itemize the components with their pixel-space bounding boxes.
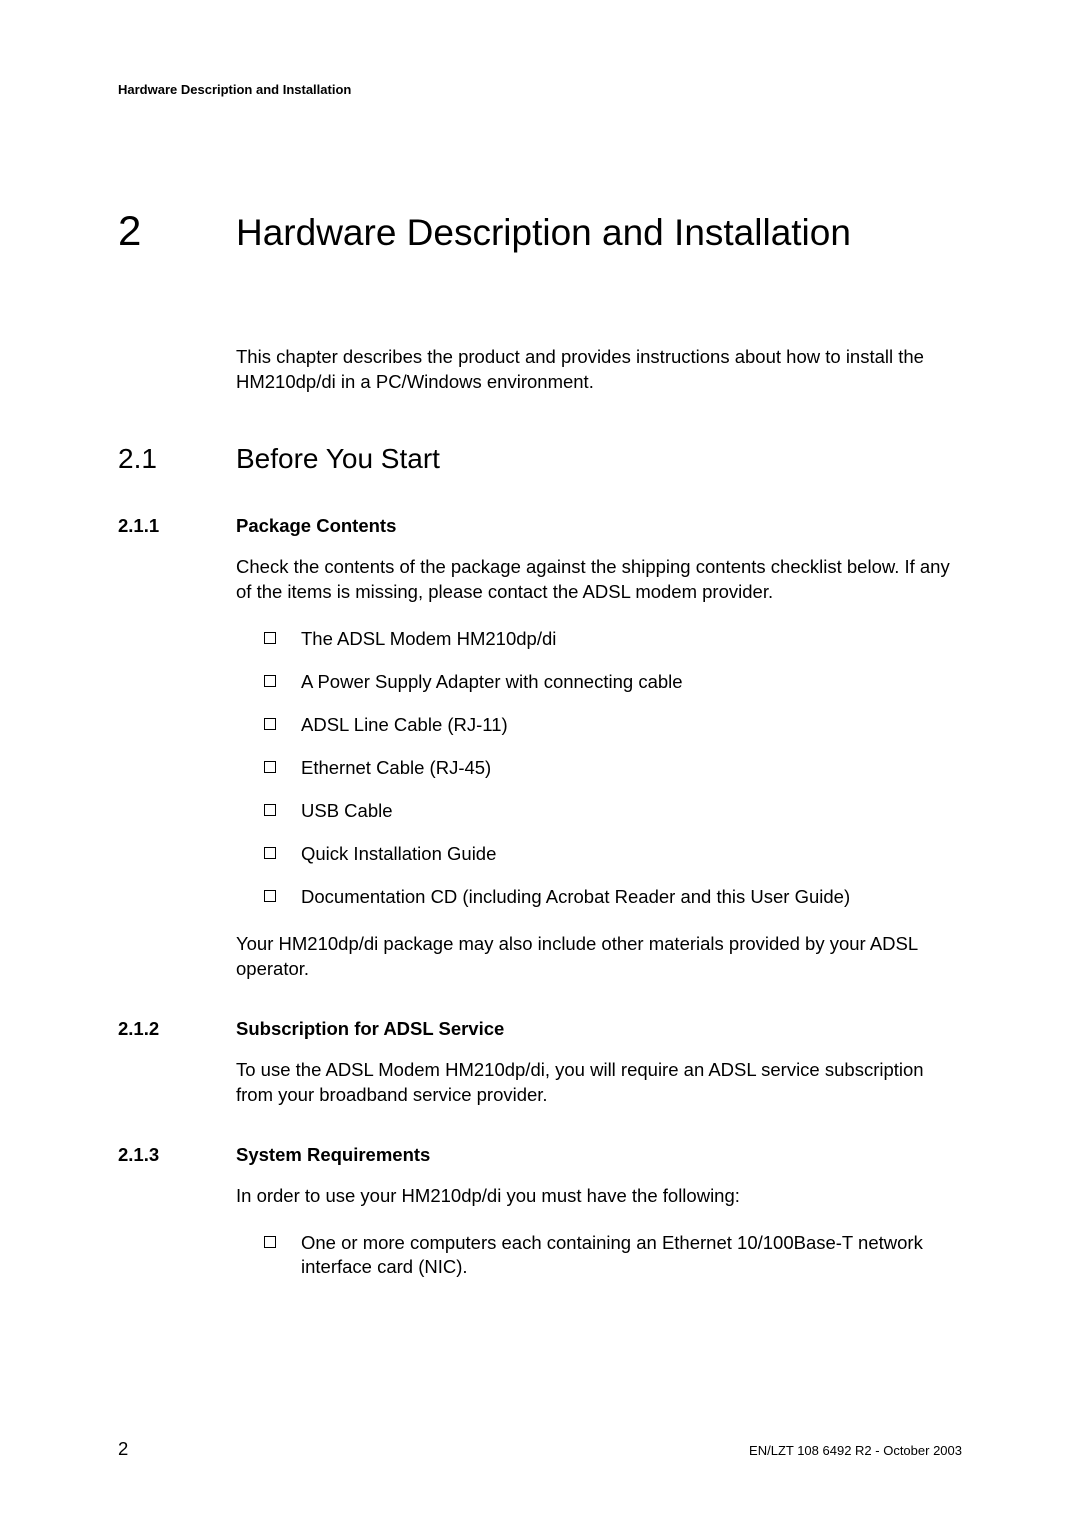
bullet-icon bbox=[264, 761, 276, 773]
subsection-number: 2.1.3 bbox=[118, 1144, 236, 1166]
list-item: Quick Installation Guide bbox=[236, 842, 962, 867]
section-heading: 2.1 Before You Start bbox=[118, 443, 962, 475]
page-number: 2 bbox=[118, 1438, 128, 1460]
subsection-title: Subscription for ADSL Service bbox=[236, 1018, 504, 1040]
bullet-list: The ADSL Modem HM210dp/di A Power Supply… bbox=[236, 627, 962, 910]
list-item-text: The ADSL Modem HM210dp/di bbox=[301, 627, 962, 652]
bullet-list: One or more computers each containing an… bbox=[236, 1231, 962, 1281]
subsection-block: 2.1.2 Subscription for ADSL Service To u… bbox=[118, 1018, 962, 1108]
subsection-block: 2.1.3 System Requirements In order to us… bbox=[118, 1144, 962, 1281]
bullet-icon bbox=[264, 1236, 276, 1248]
list-item: A Power Supply Adapter with connecting c… bbox=[236, 670, 962, 695]
list-item-text: ADSL Line Cable (RJ-11) bbox=[301, 713, 962, 738]
bullet-icon bbox=[264, 804, 276, 816]
subsection-outro-text: Your HM210dp/di package may also include… bbox=[236, 932, 962, 982]
list-item-text: One or more computers each containing an… bbox=[301, 1231, 962, 1281]
document-page: Hardware Description and Installation 2 … bbox=[0, 0, 1080, 1280]
chapter-heading: 2 Hardware Description and Installation bbox=[118, 207, 962, 255]
list-item: ADSL Line Cable (RJ-11) bbox=[236, 713, 962, 738]
subsection-number: 2.1.1 bbox=[118, 515, 236, 537]
subsection-intro-text: To use the ADSL Modem HM210dp/di, you wi… bbox=[236, 1058, 962, 1108]
subsection-heading: 2.1.3 System Requirements bbox=[118, 1144, 962, 1166]
bullet-icon bbox=[264, 675, 276, 687]
bullet-icon bbox=[264, 718, 276, 730]
subsection-title: System Requirements bbox=[236, 1144, 430, 1166]
list-item: Ethernet Cable (RJ-45) bbox=[236, 756, 962, 781]
page-header: Hardware Description and Installation bbox=[118, 82, 962, 97]
subsection-heading: 2.1.1 Package Contents bbox=[118, 515, 962, 537]
page-footer: 2 EN/LZT 108 6492 R2 - October 2003 bbox=[118, 1438, 962, 1460]
chapter-title: Hardware Description and Installation bbox=[236, 212, 851, 254]
list-item-text: USB Cable bbox=[301, 799, 962, 824]
subsection-block: 2.1.1 Package Contents Check the content… bbox=[118, 515, 962, 982]
list-item-text: A Power Supply Adapter with connecting c… bbox=[301, 670, 962, 695]
subsection-title: Package Contents bbox=[236, 515, 396, 537]
list-item-text: Quick Installation Guide bbox=[301, 842, 962, 867]
chapter-number: 2 bbox=[118, 207, 236, 255]
list-item: The ADSL Modem HM210dp/di bbox=[236, 627, 962, 652]
bullet-icon bbox=[264, 632, 276, 644]
list-item-text: Ethernet Cable (RJ-45) bbox=[301, 756, 962, 781]
subsection-intro-text: Check the contents of the package agains… bbox=[236, 555, 962, 605]
list-item: USB Cable bbox=[236, 799, 962, 824]
subsection-number: 2.1.2 bbox=[118, 1018, 236, 1040]
chapter-intro-text: This chapter describes the product and p… bbox=[236, 345, 962, 395]
list-item: Documentation CD (including Acrobat Read… bbox=[236, 885, 962, 910]
list-item-text: Documentation CD (including Acrobat Read… bbox=[301, 885, 962, 910]
list-item: One or more computers each containing an… bbox=[236, 1231, 962, 1281]
section-title: Before You Start bbox=[236, 443, 440, 475]
bullet-icon bbox=[264, 890, 276, 902]
document-info: EN/LZT 108 6492 R2 - October 2003 bbox=[749, 1443, 962, 1458]
subsection-intro-text: In order to use your HM210dp/di you must… bbox=[236, 1184, 962, 1209]
bullet-icon bbox=[264, 847, 276, 859]
subsection-heading: 2.1.2 Subscription for ADSL Service bbox=[118, 1018, 962, 1040]
section-number: 2.1 bbox=[118, 443, 236, 475]
